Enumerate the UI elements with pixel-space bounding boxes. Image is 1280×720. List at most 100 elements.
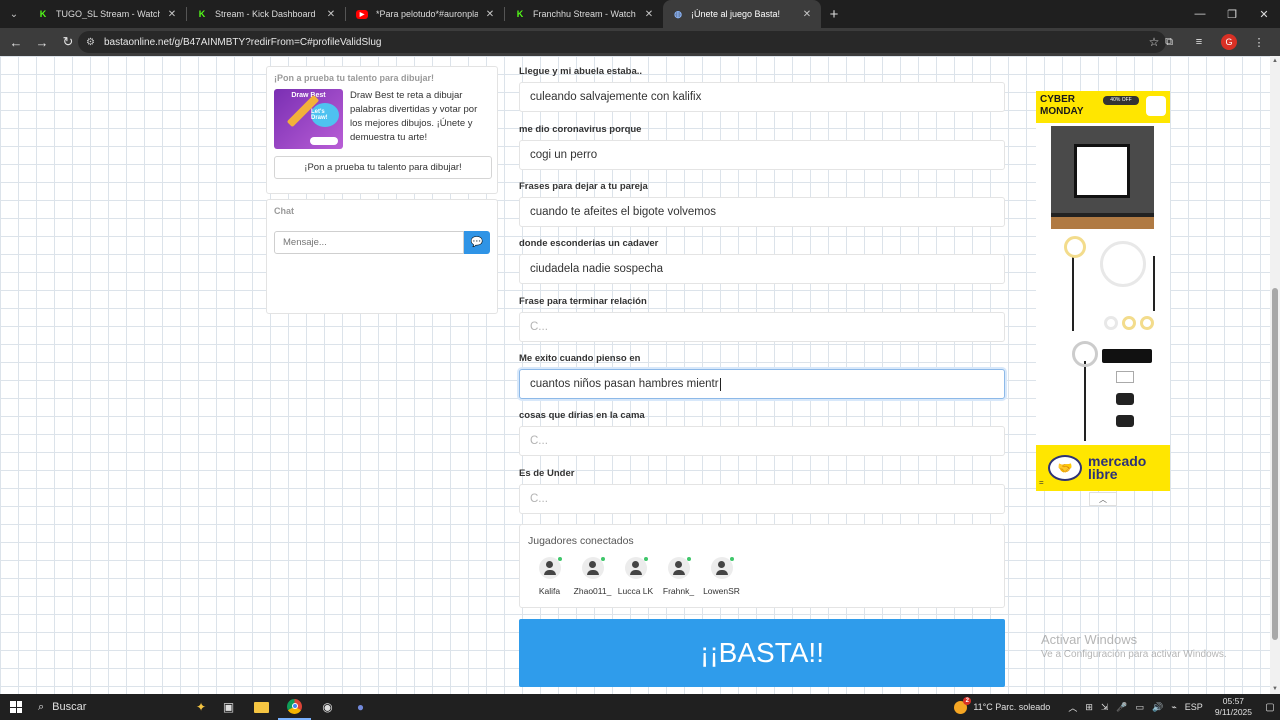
accessory-2 [1116,393,1134,405]
close-tab-icon[interactable]: ✕ [484,9,496,20]
promo-cta-button[interactable]: ¡Pon a prueba tu talento para dibujar! [274,156,492,179]
speech-bubble-icon: 💬 [470,237,484,248]
tray-chevron-up-icon[interactable]: ︿ [1068,701,1077,714]
close-tab-icon[interactable]: ✕ [325,9,337,20]
answer-field[interactable]: ciudadela nadie sospecha [519,254,1005,284]
user-avatar-icon [624,557,648,579]
player-item[interactable]: Kalifa [528,557,571,596]
ring-light-sample [1122,316,1136,330]
user-avatar-icon [710,557,734,579]
profile-avatar[interactable]: G [1221,34,1237,50]
new-tab-button[interactable]: + [821,0,847,28]
minimize-icon[interactable]: — [1184,0,1216,28]
watermark-line-1: Activar Windows [1041,632,1138,647]
page-scrollbar[interactable]: ▲ ▼ [1270,56,1280,694]
site-info-icon[interactable]: ⚙ [86,37,104,48]
answer-field[interactable]: C... [519,312,1005,342]
player-name: Kalifa [538,586,561,596]
ad-frame-product [1051,126,1154,229]
tab-5-active[interactable]: ◍ ¡Únete al juego Basta! ✕ [663,0,821,28]
mercado-libre-banner: 🤝 mercado libre [1036,445,1170,491]
close-window-icon[interactable]: ✕ [1248,0,1280,28]
tab-3[interactable]: ▶ *Para pelotudo*#auronplay #t ✕ [346,0,504,28]
user-avatar-icon [667,557,691,579]
reload-button[interactable]: ↻ [56,30,80,54]
scroll-up-arrow-icon[interactable]: ▲ [1272,58,1278,64]
taskbar-search[interactable]: ⌕ Buscar ✦ [32,694,212,720]
task-view-icon[interactable]: ▣ [212,694,245,720]
handshake-icon: 🤝 [1048,455,1082,481]
volume-icon[interactable]: 🔊 [1152,702,1163,713]
player-item[interactable]: Zhao011_ [571,557,614,596]
watermark-line-2: Ve a Configuración para activar Windows. [1041,649,1227,660]
kick-icon: K [516,9,524,19]
ring-light-sample [1104,316,1118,330]
chat-message-input[interactable] [274,231,465,254]
player-item[interactable]: Lucca LK [614,557,657,596]
lets-draw-bubble: Let's Draw! [311,103,339,127]
answer-text: cuantos niños pasan hambres mientr [530,378,719,390]
browser-toolbar: ← → ↻ ⚙ bastaonline.net/g/B47AINMBTY?red… [0,28,1280,56]
user-avatar-icon [538,557,562,579]
answer-field-focused[interactable]: cuantos niños pasan hambres mientr [519,369,1005,399]
close-tab-icon[interactable]: ✕ [801,9,813,20]
back-button[interactable]: ← [4,30,28,54]
tab-2[interactable]: K Stream - Kick Dashboard ✕ [187,0,345,28]
thumb-pill [310,137,338,145]
address-bar[interactable]: ⚙ bastaonline.net/g/B47AINMBTY?redirFrom… [78,31,1166,53]
players-heading: Jugadores conectados [528,535,634,547]
windows-taskbar: ⌕ Buscar ✦ ▣ ◉ ● 2 11°C Parc. soleado ︿ … [0,694,1280,720]
online-indicator [643,557,648,561]
notifications-icon[interactable]: ▢ [1260,702,1280,713]
close-tab-icon[interactable]: ✕ [166,9,178,20]
menu-kebab-icon[interactable]: ⋮ [1244,36,1274,49]
tab-search-button[interactable]: ⌄ [0,0,28,28]
ring-light-small [1064,236,1086,258]
obs-taskbar-icon[interactable]: ◉ [311,694,344,720]
ad-headline: CYBER MONDAY [1040,94,1084,117]
connected-players-panel: Jugadores conectados Kalifa Zhao011_ Luc… [519,524,1005,608]
answer-field[interactable]: cogi un perro [519,140,1005,170]
basta-button[interactable]: ¡¡BASTA!! [519,619,1005,687]
promo-heading: ¡Pon a prueba tu talento para dibujar! [274,73,435,83]
answer-field[interactable]: C... [519,484,1005,514]
tripod-stand [1072,256,1074,331]
scrollbar-thumb[interactable] [1272,288,1278,640]
draw-best-thumbnail[interactable]: Draw Best Let's Draw! [274,89,343,149]
tray-app-icon[interactable]: ⊞ [1085,702,1093,713]
restore-icon[interactable]: ❐ [1216,0,1248,28]
forward-button[interactable]: → [30,30,54,54]
system-tray: 2 11°C Parc. soleado ︿ ⊞ ⇲ 🎤 ▭ 🔊 ⌁ ESP 0… [954,694,1280,720]
monitor-icon[interactable]: ▭ [1136,702,1145,713]
ad-collapse-button[interactable]: ︿ [1089,492,1117,506]
start-button[interactable] [0,694,32,720]
windows-activation-watermark: Activar Windows Ve a Configuración para … [1041,632,1227,660]
media-controls-icon[interactable]: ≡ [1184,36,1214,48]
accessory-1 [1116,371,1134,383]
field-label: Es de Under [519,468,575,479]
tray-usb-icon[interactable]: ⇲ [1101,702,1109,713]
extensions-icon[interactable]: ⧉ [1154,36,1184,49]
chat-send-button[interactable]: 💬 [464,231,490,254]
weather-widget[interactable]: 2 11°C Parc. soleado [954,696,1050,714]
answer-field[interactable]: cuando te afeites el bigote volvemos [519,197,1005,227]
discord-taskbar-icon[interactable]: ● [344,694,377,720]
player-item[interactable]: LowenSR [700,557,743,596]
close-tab-icon[interactable]: ✕ [643,9,655,20]
ad-options-icon[interactable]: = [1039,478,1044,487]
microphone-icon[interactable]: 🎤 [1116,702,1127,713]
scroll-down-arrow-icon[interactable]: ▼ [1272,686,1278,692]
answer-field[interactable]: culeando salvajemente con kalifix [519,82,1005,112]
answer-field[interactable]: C... [519,426,1005,456]
language-indicator[interactable]: ESP [1185,702,1203,712]
file-explorer-icon[interactable] [245,694,278,720]
chrome-taskbar-icon[interactable] [278,694,311,720]
network-icon[interactable]: ⌁ [1171,702,1176,713]
weather-badge: 2 [963,696,972,705]
player-item[interactable]: Frahnk_ [657,557,700,596]
taskbar-clock[interactable]: 05:57 9/11/2025 [1215,696,1252,718]
tab-1[interactable]: K TUGO_SL Stream - Watch Live o ✕ [28,0,186,28]
tab-4[interactable]: K Franchhu Stream - Watch Live o ✕ [505,0,663,28]
mercado-libre-ad[interactable]: CYBER MONDAY 40% OFF 🤝 mercado libre [1036,91,1170,491]
online-indicator [557,557,562,561]
